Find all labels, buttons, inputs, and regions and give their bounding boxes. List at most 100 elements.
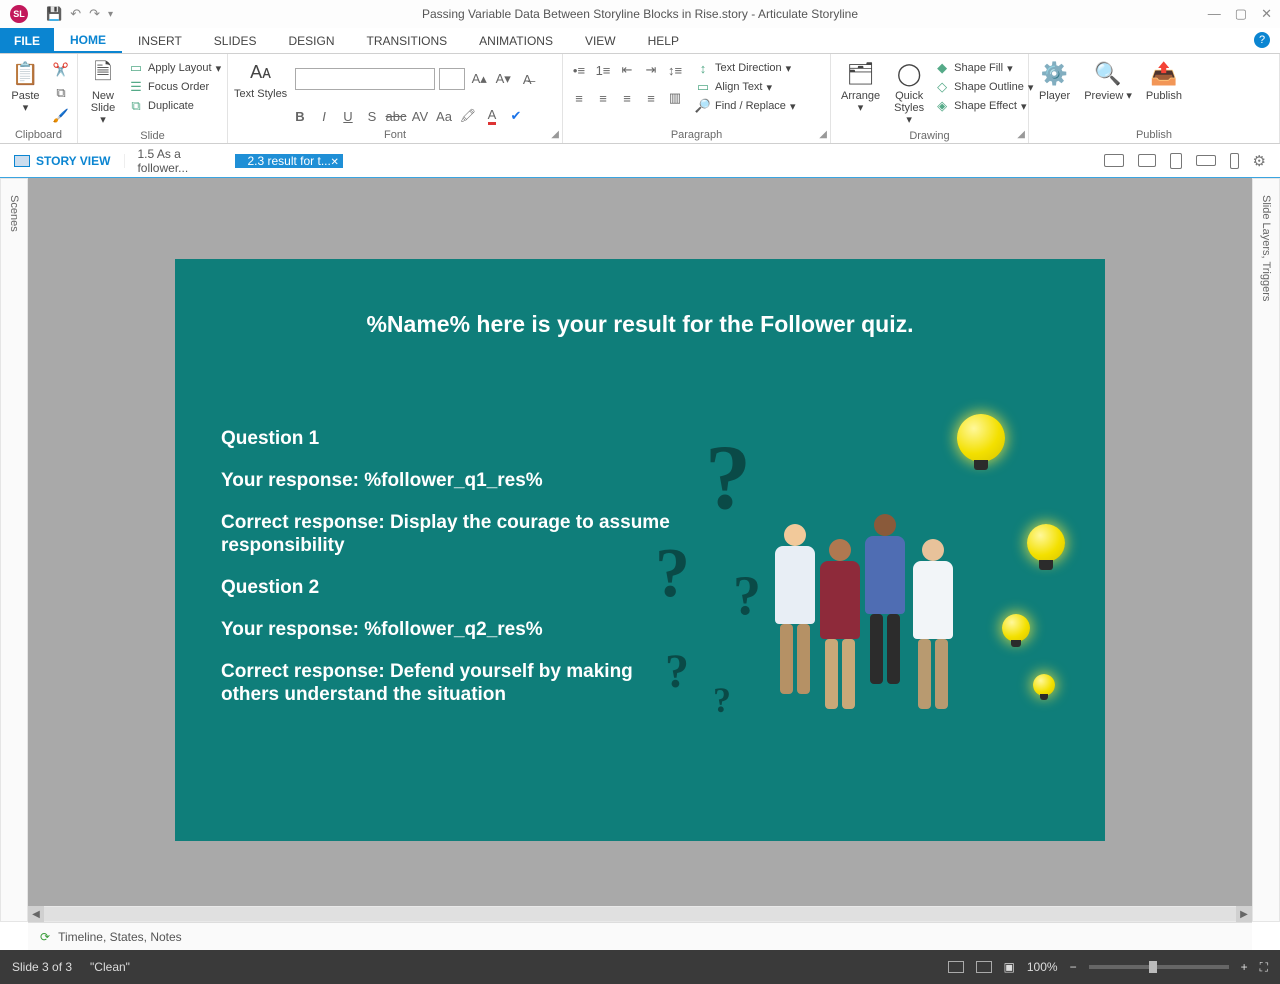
normal-view-icon[interactable] — [948, 961, 964, 973]
tablet-landscape-icon[interactable] — [1138, 154, 1156, 167]
slide-illustration[interactable]: ? ? ? ? ? — [655, 414, 1085, 734]
horizontal-scrollbar[interactable]: ◀ ▶ — [28, 906, 1252, 922]
tablet-portrait-icon[interactable] — [1170, 153, 1182, 169]
person-illustration — [865, 514, 905, 734]
shrink-font-button[interactable]: A▾ — [493, 69, 513, 89]
underline-button[interactable]: U — [338, 106, 358, 126]
inc-indent-button[interactable]: ⇥ — [641, 60, 661, 80]
focus-order-button[interactable]: ☰Focus Order — [128, 79, 221, 95]
tab-insert[interactable]: INSERT — [122, 28, 198, 53]
align-center-button[interactable]: ≡ — [593, 88, 613, 108]
line-spacing-button[interactable]: ↕≡ — [665, 60, 685, 80]
align-text-button[interactable]: ▭Align Text ▾ — [695, 79, 795, 95]
undo-button[interactable]: ↶ — [70, 6, 81, 22]
tab-animations[interactable]: ANIMATIONS — [463, 28, 569, 53]
story-view-button[interactable]: STORY VIEW — [0, 154, 125, 168]
settings-icon[interactable]: ⚙ — [1253, 152, 1266, 170]
tab-slides[interactable]: SLIDES — [198, 28, 273, 53]
duplicate-button[interactable]: ⧉Duplicate — [128, 98, 221, 114]
shape-outline-button[interactable]: ◇Shape Outline ▾ — [934, 79, 1033, 95]
tab-view[interactable]: VIEW — [569, 28, 632, 53]
player-button[interactable]: ⚙️Player — [1035, 58, 1074, 120]
shape-effect-button[interactable]: ◈Shape Effect ▾ — [934, 98, 1033, 114]
change-case-button[interactable]: Aa — [434, 106, 454, 126]
minimize-button[interactable]: — — [1208, 6, 1221, 22]
new-slide-button[interactable]: 🗎 New Slide ▾ — [84, 58, 122, 128]
zoom-slider[interactable] — [1089, 965, 1229, 969]
scroll-track[interactable] — [44, 907, 1236, 921]
scenes-panel-collapsed[interactable]: Scenes — [0, 178, 28, 922]
format-painter-button[interactable]: 🖌️ — [51, 106, 71, 126]
publish-button[interactable]: 📤Publish — [1142, 58, 1186, 120]
font-dialog-launcher[interactable]: ◢ — [551, 129, 559, 140]
find-replace-button[interactable]: 🔎Find / Replace ▾ — [695, 98, 795, 114]
spelling-button[interactable]: ✔ — [506, 106, 526, 126]
results-text-block[interactable]: Question 1 Your response: %follower_q1_r… — [221, 427, 691, 725]
align-left-button[interactable]: ≡ — [569, 88, 589, 108]
slide-tab-2[interactable]: 2.3 result for t...✕ — [235, 154, 342, 168]
window-controls: — ▢ ✕ — [1208, 6, 1272, 22]
highlight-button[interactable]: 🖍 — [458, 106, 478, 126]
copy-button[interactable]: ⧉ — [51, 83, 71, 103]
slide[interactable]: %Name% here is your result for the Follo… — [175, 259, 1105, 841]
zoom-percent[interactable]: 100% — [1027, 960, 1058, 974]
font-size-select[interactable] — [439, 68, 465, 90]
phone-portrait-icon[interactable] — [1230, 153, 1239, 169]
maximize-button[interactable]: ▢ — [1235, 6, 1247, 22]
grow-font-button[interactable]: A▴ — [469, 69, 489, 89]
align-right-button[interactable]: ≡ — [617, 88, 637, 108]
text-styles-button[interactable]: Aᴀ Text Styles — [234, 58, 291, 100]
font-color-button[interactable]: A — [482, 106, 502, 126]
clear-formatting-button[interactable]: A̶ — [517, 69, 537, 89]
close-tab-icon[interactable]: ✕ — [330, 157, 338, 168]
slide-tab-1[interactable]: 1.5 As a follower... — [125, 147, 235, 175]
shape-fill-button[interactable]: ◆Shape Fill ▾ — [934, 60, 1033, 76]
scroll-left-button[interactable]: ◀ — [28, 906, 44, 922]
drawing-dialog-launcher[interactable]: ◢ — [1017, 129, 1025, 140]
scroll-right-button[interactable]: ▶ — [1236, 906, 1252, 922]
paragraph-dialog-launcher[interactable]: ◢ — [819, 129, 827, 140]
fit-to-window-button[interactable]: ⛶ — [1260, 960, 1268, 975]
fit-view-icon[interactable]: ▣ — [1004, 960, 1015, 974]
save-button[interactable]: 💾 — [46, 6, 62, 22]
arrange-icon: 🗂 — [846, 60, 876, 88]
quick-styles-button[interactable]: ◯ Quick Styles ▾ — [890, 58, 928, 128]
zoom-slider-thumb[interactable] — [1149, 961, 1157, 973]
ribbon-tab-strip: FILE HOME INSERT SLIDES DESIGN TRANSITIO… — [0, 28, 1280, 54]
bullets-button[interactable]: •≡ — [569, 60, 589, 80]
help-icon[interactable]: ? — [1254, 32, 1270, 48]
bold-button[interactable]: B — [290, 106, 310, 126]
tab-design[interactable]: DESIGN — [272, 28, 350, 53]
font-family-select[interactable] — [295, 68, 435, 90]
timeline-panel-collapsed[interactable]: ⟳ Timeline, States, Notes — [28, 922, 1252, 950]
zoom-out-button[interactable]: − — [1070, 960, 1077, 974]
columns-button[interactable]: ▥ — [665, 88, 685, 108]
apply-layout-button[interactable]: ▭Apply Layout ▾ — [128, 60, 221, 76]
paste-button[interactable]: 📋 Paste ▾ — [6, 58, 45, 120]
align-justify-button[interactable]: ≡ — [641, 88, 661, 108]
tab-transitions[interactable]: TRANSITIONS — [351, 28, 464, 53]
zoom-in-button[interactable]: + — [1241, 960, 1248, 974]
phone-landscape-icon[interactable] — [1196, 155, 1216, 166]
italic-button[interactable]: I — [314, 106, 334, 126]
tab-home[interactable]: HOME — [54, 28, 122, 53]
shadow-button[interactable]: S — [362, 106, 382, 126]
slide-canvas-area[interactable]: %Name% here is your result for the Follo… — [28, 178, 1252, 922]
tab-file[interactable]: FILE — [0, 28, 54, 53]
strike-button[interactable]: abc — [386, 106, 406, 126]
preview-button[interactable]: 🔍Preview ▾ — [1080, 58, 1136, 120]
desktop-view-icon[interactable] — [1104, 154, 1124, 167]
arrange-button[interactable]: 🗂 Arrange ▾ — [837, 58, 884, 120]
numbering-button[interactable]: 1≡ — [593, 60, 613, 80]
redo-button[interactable]: ↷ — [89, 6, 100, 22]
char-spacing-button[interactable]: AV — [410, 106, 430, 126]
cut-button[interactable]: ✂️ — [51, 60, 71, 80]
tab-help[interactable]: HELP — [632, 28, 695, 53]
qat-more-button[interactable]: ▾ — [108, 9, 113, 20]
dec-indent-button[interactable]: ⇤ — [617, 60, 637, 80]
text-direction-button[interactable]: ↕Text Direction ▾ — [695, 60, 795, 76]
slide-title-text[interactable]: %Name% here is your result for the Follo… — [175, 311, 1105, 338]
close-button[interactable]: ✕ — [1261, 6, 1272, 22]
slide-sorter-icon[interactable] — [976, 961, 992, 973]
layers-triggers-panel-collapsed[interactable]: Slide Layers, Triggers — [1252, 178, 1280, 922]
